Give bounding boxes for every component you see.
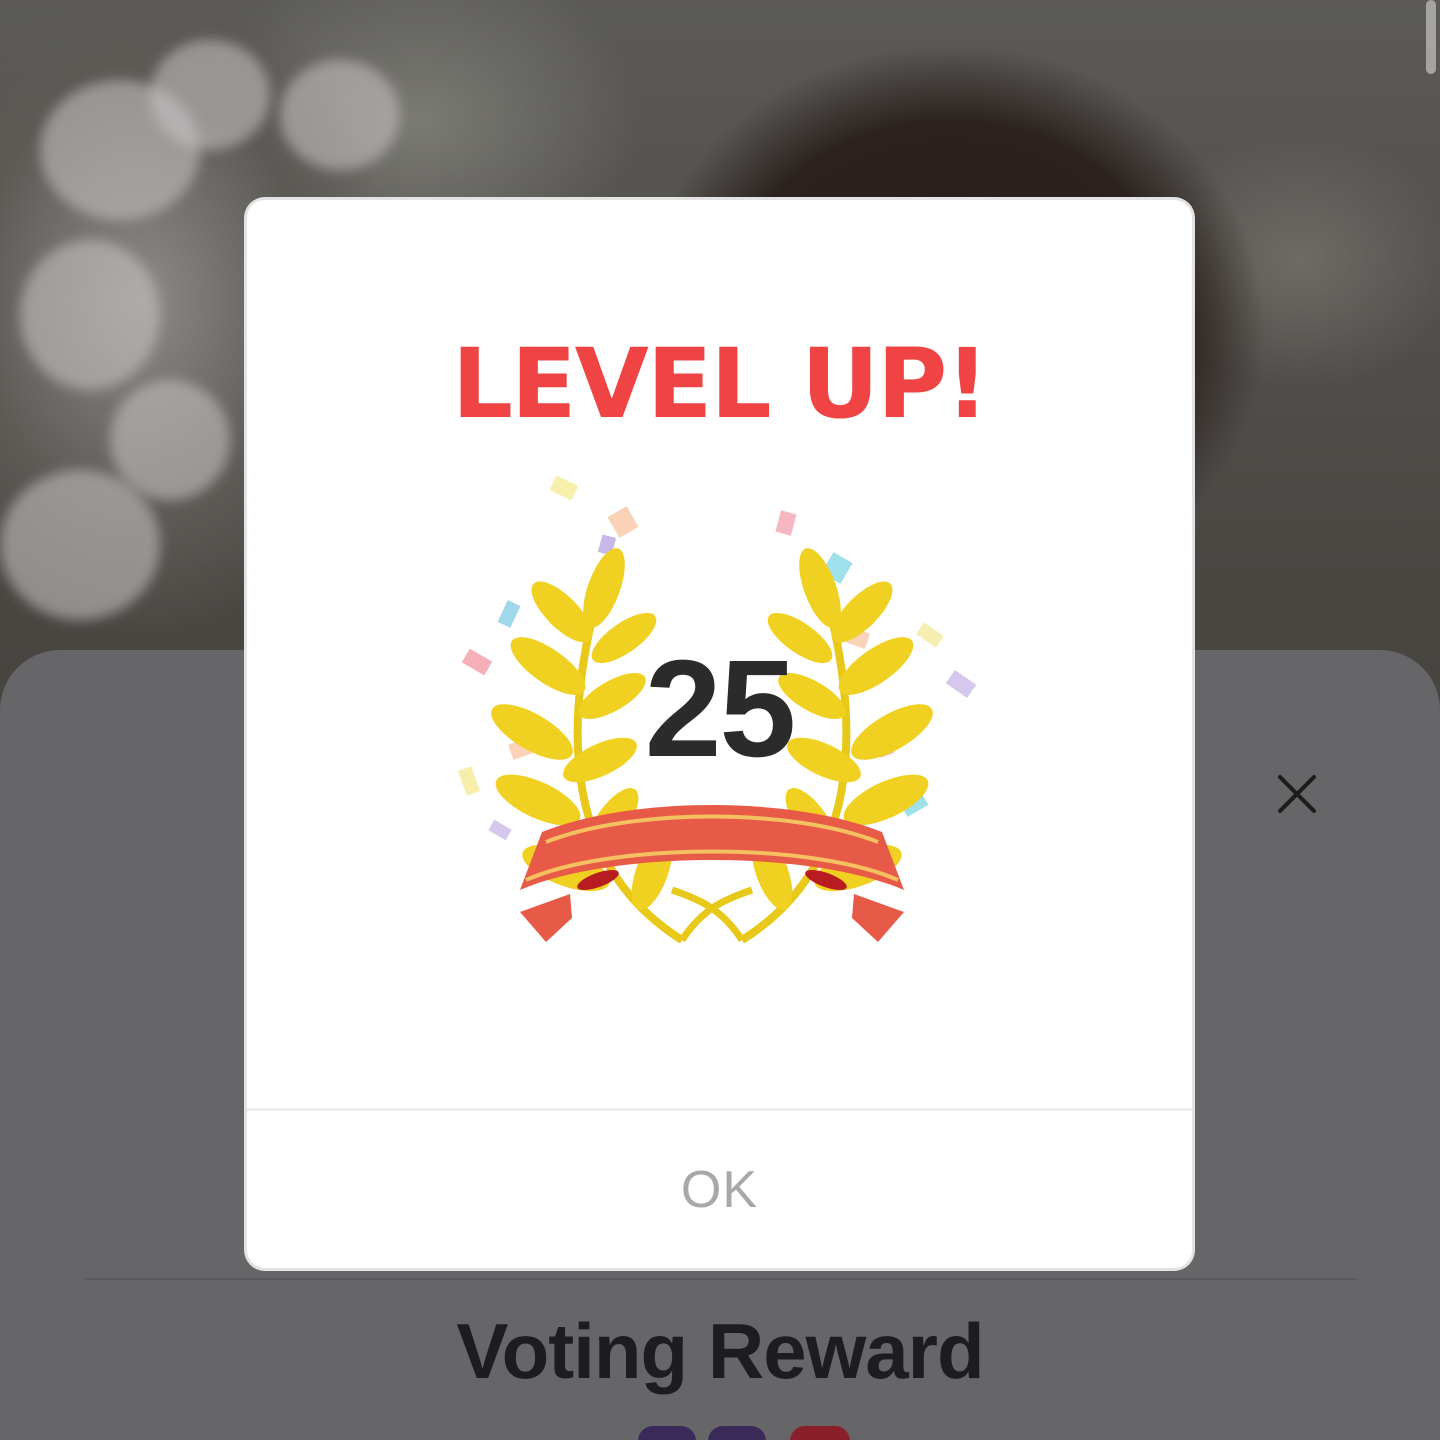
sheet-divider: [85, 1278, 1357, 1280]
level-number: 25: [644, 632, 797, 786]
level-up-title: LEVEL UP!: [451, 328, 989, 440]
reward-title: Voting Reward: [456, 1307, 984, 1395]
scrollbar[interactable]: [1426, 0, 1436, 74]
reward-amount-peek: [620, 1426, 860, 1440]
close-icon[interactable]: [1268, 766, 1324, 822]
level-up-dialog: LEVEL UP! 25 OK: [247, 200, 1192, 1268]
ok-button[interactable]: OK: [247, 1111, 1192, 1268]
